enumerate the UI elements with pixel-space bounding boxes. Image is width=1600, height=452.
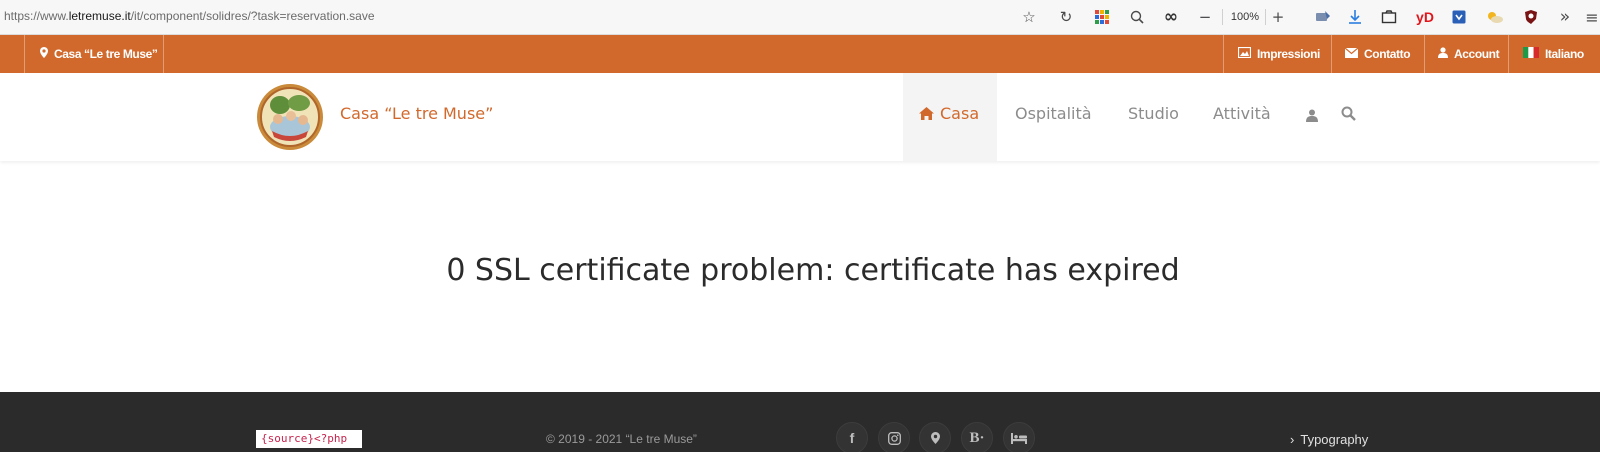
impressions-label: Impressioni: [1257, 47, 1320, 61]
zoom-separator-left: [1222, 9, 1223, 25]
site-name[interactable]: Casa “Le tre Muse”: [340, 104, 493, 123]
star-icon[interactable]: ☆: [1019, 6, 1039, 28]
account-link[interactable]: Account: [1438, 35, 1500, 73]
location-link[interactable]: Casa “Le tre Muse”: [40, 35, 158, 73]
zoom-out-icon[interactable]: −: [1197, 6, 1213, 28]
screenshot-icon[interactable]: [1379, 6, 1399, 28]
error-message: 0 SSL certificate problem: certificate h…: [446, 253, 1180, 288]
image-icon: [1237, 46, 1252, 61]
contact-link[interactable]: Contatto: [1344, 35, 1411, 73]
search-icon[interactable]: [1341, 106, 1356, 125]
topbar-divider: [1424, 35, 1425, 73]
chevron-right-icon: ›: [1290, 432, 1295, 447]
url-prefix: https://www.: [4, 9, 69, 23]
topbar-divider: [1508, 35, 1509, 73]
home-icon: [919, 105, 934, 124]
zoom-in-icon[interactable]: +: [1270, 6, 1286, 28]
language-label: Italiano: [1545, 47, 1584, 61]
search-icon[interactable]: [1127, 6, 1147, 28]
account-label: Account: [1454, 47, 1500, 61]
nav-item-casa[interactable]: Casa: [919, 104, 979, 124]
save-icon[interactable]: [1449, 6, 1469, 28]
reload-icon[interactable]: ↻: [1056, 6, 1076, 28]
nav-item-ospitalita[interactable]: Ospitalità: [1015, 104, 1092, 123]
site-header: Casa “Le tre Muse” Casa Ospitalità Studi…: [0, 73, 1600, 161]
zoom-level[interactable]: 100%: [1229, 6, 1261, 28]
zoom-separator-right: [1265, 9, 1266, 25]
location-label: Casa “Le tre Muse”: [54, 47, 158, 61]
language-selector[interactable]: Italiano: [1523, 35, 1584, 73]
site-logo[interactable]: [256, 83, 324, 151]
instagram-icon[interactable]: [878, 422, 910, 452]
url-domain: letremuse.it: [68, 9, 131, 23]
bed-icon[interactable]: [1003, 422, 1035, 452]
italian-flag-icon: [1523, 47, 1539, 61]
user-icon: [1438, 47, 1448, 61]
browser-toolbar: https://www.letremuse.it/it/component/so…: [0, 0, 1600, 35]
download-icon[interactable]: [1345, 6, 1365, 28]
site-footer: {source}<?php © 2019 - 2021 “Le tre Muse…: [0, 392, 1600, 452]
topbar-divider: [1331, 35, 1332, 73]
yandex-icon[interactable]: yD: [1413, 6, 1437, 28]
topbar-divider: [24, 35, 25, 73]
topbar-divider: [1223, 35, 1224, 73]
user-icon[interactable]: [1306, 107, 1318, 126]
infinity-icon[interactable]: ∞: [1160, 6, 1182, 28]
top-bar: Casa “Le tre Muse” Impressioni Contatto …: [0, 35, 1600, 73]
contact-label: Contatto: [1364, 47, 1411, 61]
shield-icon[interactable]: [1521, 6, 1541, 28]
url-path: /it/component/solidres/?task=reservation…: [130, 9, 375, 23]
apps-grid-icon[interactable]: [1092, 6, 1112, 28]
booking-icon[interactable]: B·: [961, 422, 993, 452]
menu-icon[interactable]: ≡: [1585, 6, 1599, 28]
copyright-text: © 2019 - 2021 “Le tre Muse”: [546, 432, 697, 446]
address-bar[interactable]: https://www.letremuse.it/it/component/so…: [4, 9, 375, 23]
nav-item-studio[interactable]: Studio: [1128, 104, 1179, 123]
envelope-icon: [1344, 47, 1359, 61]
overflow-icon[interactable]: »: [1555, 6, 1575, 28]
nav-label-casa: Casa: [940, 104, 980, 123]
topbar-divider: [163, 35, 164, 73]
typography-link[interactable]: › Typography: [1290, 432, 1368, 447]
map-marker-icon[interactable]: [919, 422, 951, 452]
typography-label: Typography: [1300, 432, 1369, 447]
source-code-snippet: {source}<?php: [256, 430, 362, 448]
extension-icon[interactable]: [1313, 6, 1333, 28]
weather-icon[interactable]: [1484, 6, 1506, 28]
nav-item-attivita[interactable]: Attività: [1213, 104, 1271, 123]
facebook-icon[interactable]: f: [836, 422, 868, 452]
map-marker-icon: [40, 47, 48, 61]
impressions-link[interactable]: Impressioni: [1237, 35, 1320, 73]
